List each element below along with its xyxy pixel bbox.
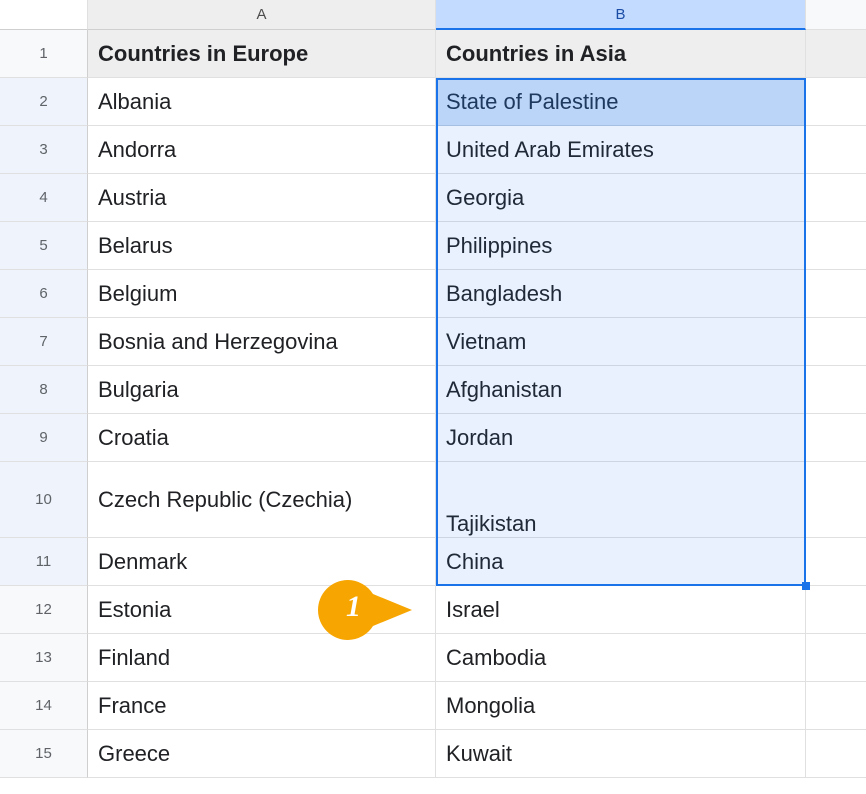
row-header[interactable]: 12 xyxy=(0,586,88,634)
column-header-c[interactable] xyxy=(806,0,866,30)
cell-b[interactable]: Vietnam xyxy=(436,318,806,366)
row-header[interactable]: 10 xyxy=(0,462,88,538)
row-header[interactable]: 4 xyxy=(0,174,88,222)
table-row: 11DenmarkChina xyxy=(0,538,866,586)
table-row: 9CroatiaJordan xyxy=(0,414,866,462)
table-row: 8BulgariaAfghanistan xyxy=(0,366,866,414)
cell-c[interactable] xyxy=(806,318,866,366)
cell-a[interactable]: Andorra xyxy=(88,126,436,174)
cell-b[interactable]: Tajikistan xyxy=(436,462,806,538)
cell-c[interactable] xyxy=(806,30,866,78)
column-header-row: A B xyxy=(0,0,866,30)
cell-b[interactable]: Afghanistan xyxy=(436,366,806,414)
cell-b[interactable]: Mongolia xyxy=(436,682,806,730)
cell-b[interactable]: Israel xyxy=(436,586,806,634)
cell-c[interactable] xyxy=(806,78,866,126)
cell-a[interactable]: Belgium xyxy=(88,270,436,318)
row-header[interactable]: 9 xyxy=(0,414,88,462)
table-row: 12EstoniaIsrael xyxy=(0,586,866,634)
cell-b[interactable]: China xyxy=(436,538,806,586)
table-row: 1Countries in EuropeCountries in Asia xyxy=(0,30,866,78)
row-header[interactable]: 1 xyxy=(0,30,88,78)
table-row: 13FinlandCambodia xyxy=(0,634,866,682)
select-all-corner[interactable] xyxy=(0,0,88,30)
cell-a[interactable]: Finland xyxy=(88,634,436,682)
table-row: 10Czech Republic (Czechia)Tajikistan xyxy=(0,462,866,538)
cell-c[interactable] xyxy=(806,730,866,778)
table-row: 2AlbaniaState of Palestine xyxy=(0,78,866,126)
cell-a[interactable]: Austria xyxy=(88,174,436,222)
header-cell-a[interactable]: Countries in Europe xyxy=(88,30,436,78)
row-header[interactable]: 11 xyxy=(0,538,88,586)
cell-b[interactable]: State of Palestine xyxy=(436,78,806,126)
cell-a[interactable]: Bosnia and Herzegovina xyxy=(88,318,436,366)
cell-a[interactable]: Denmark xyxy=(88,538,436,586)
table-row: 14FranceMongolia xyxy=(0,682,866,730)
table-row: 4AustriaGeorgia xyxy=(0,174,866,222)
grid-rows: 1Countries in EuropeCountries in Asia2Al… xyxy=(0,30,866,794)
table-row: 5BelarusPhilippines xyxy=(0,222,866,270)
cell-c[interactable] xyxy=(806,682,866,730)
cell-c[interactable] xyxy=(806,586,866,634)
cell-c[interactable] xyxy=(806,634,866,682)
cell-b[interactable]: Georgia xyxy=(436,174,806,222)
cell-a[interactable]: Czech Republic (Czechia) xyxy=(88,462,436,538)
cell-a[interactable]: France xyxy=(88,682,436,730)
cell-b[interactable]: Philippines xyxy=(436,222,806,270)
cell-c[interactable] xyxy=(806,414,866,462)
row-header[interactable]: 15 xyxy=(0,730,88,778)
column-header-a[interactable]: A xyxy=(88,0,436,30)
cell-a[interactable]: Greece xyxy=(88,730,436,778)
table-row: 7Bosnia and HerzegovinaVietnam xyxy=(0,318,866,366)
table-row: 15GreeceKuwait xyxy=(0,730,866,778)
cell-b[interactable]: Bangladesh xyxy=(436,270,806,318)
row-header[interactable]: 13 xyxy=(0,634,88,682)
cell-a[interactable]: Estonia xyxy=(88,586,436,634)
row-header[interactable]: 8 xyxy=(0,366,88,414)
cell-b[interactable]: Cambodia xyxy=(436,634,806,682)
cell-c[interactable] xyxy=(806,462,866,538)
cell-c[interactable] xyxy=(806,222,866,270)
cell-c[interactable] xyxy=(806,538,866,586)
cell-a[interactable]: Albania xyxy=(88,78,436,126)
cell-c[interactable] xyxy=(806,366,866,414)
row-header[interactable]: 7 xyxy=(0,318,88,366)
cell-a[interactable]: Bulgaria xyxy=(88,366,436,414)
row-header[interactable]: 5 xyxy=(0,222,88,270)
header-cell-b[interactable]: Countries in Asia xyxy=(436,30,806,78)
row-header[interactable]: 2 xyxy=(0,78,88,126)
spreadsheet[interactable]: A B 1Countries in EuropeCountries in Asi… xyxy=(0,0,866,794)
row-header[interactable]: 14 xyxy=(0,682,88,730)
table-row: 3AndorraUnited Arab Emirates xyxy=(0,126,866,174)
cell-b[interactable]: Jordan xyxy=(436,414,806,462)
cell-b[interactable]: United Arab Emirates xyxy=(436,126,806,174)
cell-c[interactable] xyxy=(806,270,866,318)
table-row: 6BelgiumBangladesh xyxy=(0,270,866,318)
cell-c[interactable] xyxy=(806,174,866,222)
cell-b[interactable]: Kuwait xyxy=(436,730,806,778)
row-header[interactable]: 6 xyxy=(0,270,88,318)
column-header-b[interactable]: B xyxy=(436,0,806,30)
cell-a[interactable]: Belarus xyxy=(88,222,436,270)
cell-c[interactable] xyxy=(806,126,866,174)
row-header[interactable]: 3 xyxy=(0,126,88,174)
cell-a[interactable]: Croatia xyxy=(88,414,436,462)
